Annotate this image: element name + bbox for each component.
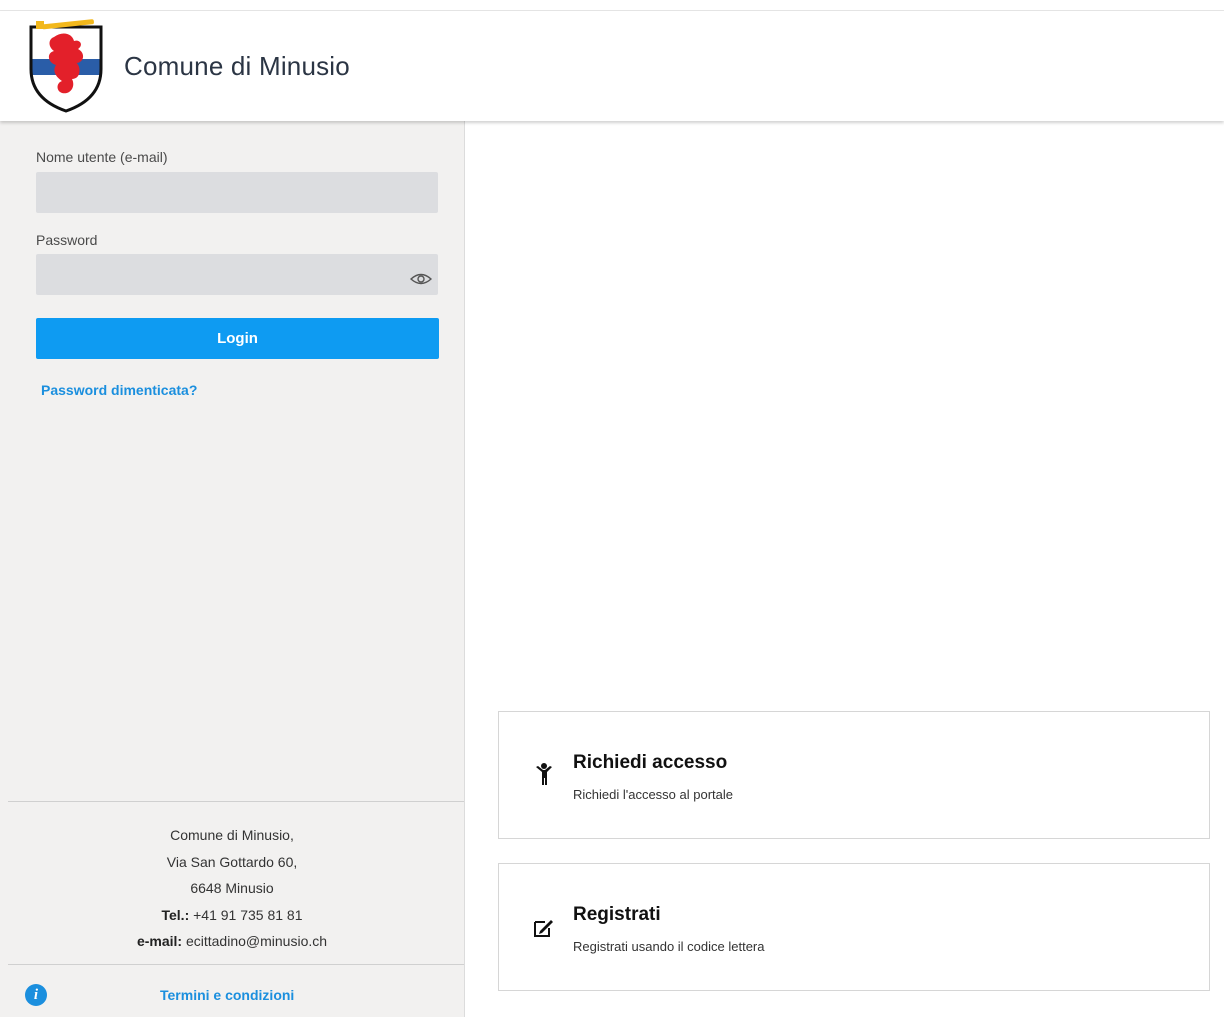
- info-icon[interactable]: i: [25, 984, 47, 1006]
- footer-divider-2: [8, 964, 464, 965]
- app-header: Comune di Minusio: [0, 11, 1224, 121]
- top-strip: [0, 0, 1224, 11]
- phone-label: Tel.:: [161, 906, 190, 923]
- phone-value: +41 91 735 81 81: [193, 906, 303, 923]
- register-card[interactable]: Registrati Registrati usando il codice l…: [498, 863, 1210, 991]
- login-sidebar: Nome utente (e-mail) Password Login Pass…: [0, 121, 465, 1017]
- email-label: e-mail:: [136, 933, 183, 949]
- contact-address: Comune di Minusio, Via San Gottardo 60, …: [0, 822, 464, 955]
- coat-of-arms-icon: [29, 19, 103, 113]
- eye-icon[interactable]: [410, 271, 432, 287]
- password-input[interactable]: [36, 254, 438, 295]
- address-city: 6648 Minusio: [190, 880, 274, 896]
- card-title: Richiedi accesso: [573, 752, 728, 773]
- address-email: e-mail: ecittadino@minusio.ch: [0, 928, 464, 955]
- address-name: Comune di Minusio,: [170, 827, 294, 843]
- person-icon: [536, 763, 552, 785]
- request-access-card[interactable]: Richiedi accesso Richiedi l'accesso al p…: [498, 711, 1210, 839]
- edit-box-icon: [534, 920, 553, 937]
- username-input[interactable]: [36, 172, 438, 213]
- email-value: ecittadino@minusio.ch: [185, 933, 328, 949]
- login-button[interactable]: Login: [36, 318, 439, 359]
- terms-link[interactable]: Termini e condizioni: [160, 987, 294, 1003]
- app-title: Comune di Minusio: [124, 51, 350, 81]
- forgot-password-link[interactable]: Password dimenticata?: [41, 382, 197, 398]
- username-label: Nome utente (e-mail): [36, 149, 168, 165]
- address-street: Via San Gottardo 60,: [166, 853, 298, 870]
- password-label: Password: [36, 232, 98, 248]
- card-description: Richiedi l'accesso al portale: [573, 787, 734, 802]
- footer-divider: [8, 801, 464, 802]
- address-phone: Tel.: +41 91 735 81 81: [0, 902, 464, 929]
- card-description: Registrati usando il codice lettera: [573, 939, 765, 954]
- card-title: Registrati: [573, 904, 661, 925]
